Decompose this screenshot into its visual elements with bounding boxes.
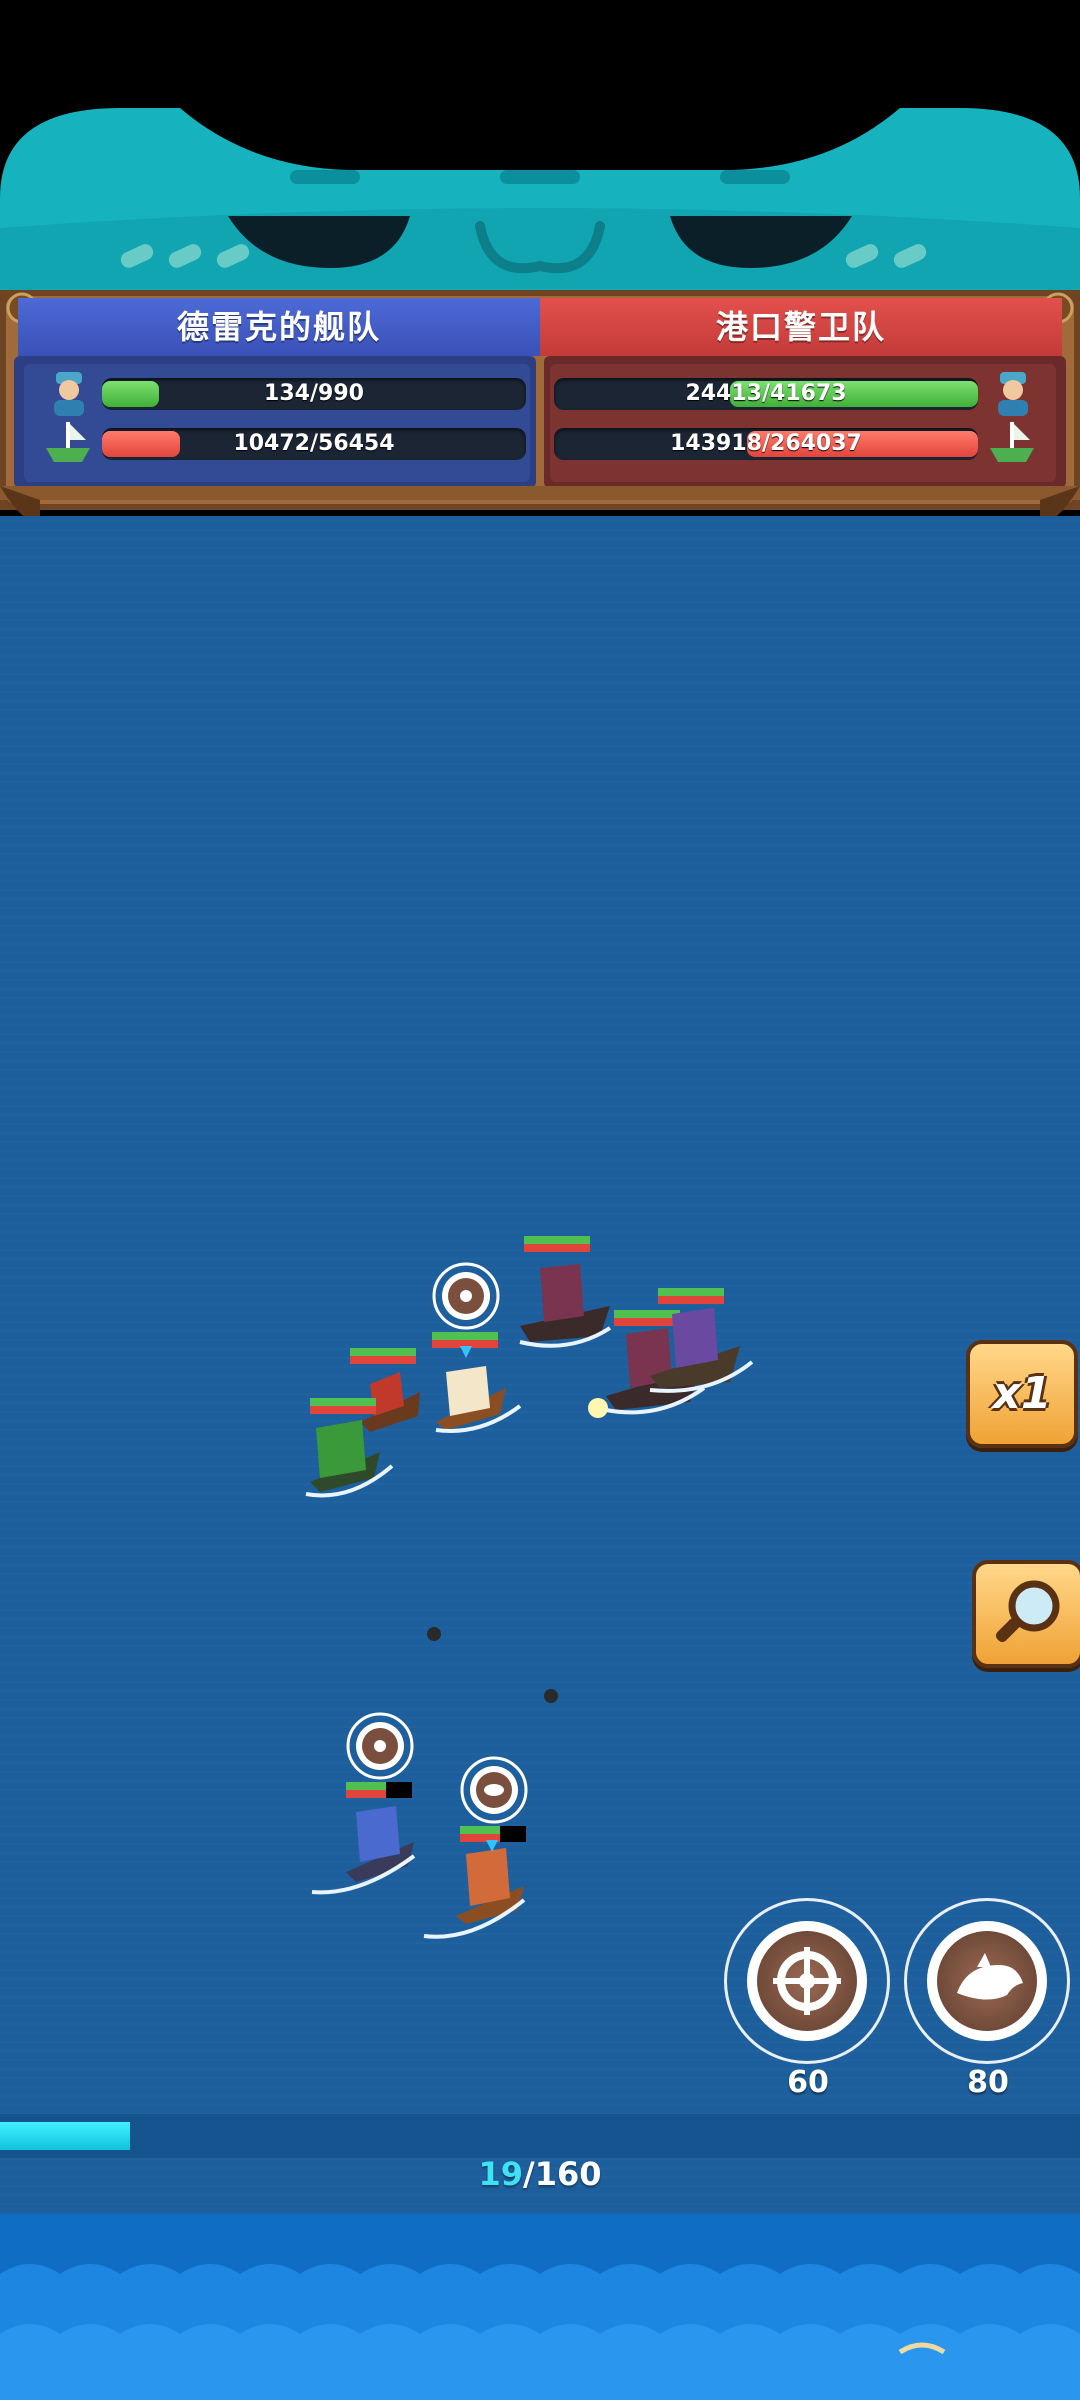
- battlefield-layer: [305, 1236, 754, 1939]
- right-hull-text: 143918/264037: [670, 431, 862, 456]
- left-hull-bar: 10472/56454: [102, 428, 526, 460]
- enemy-crew-sailor-icon: [998, 372, 1028, 416]
- cat-head-banner: [0, 108, 1080, 298]
- ram-skill-count: 80: [967, 2065, 1009, 2100]
- speed-toggle-button[interactable]: x1: [966, 1340, 1078, 1448]
- enemy-ship[interactable]: [519, 1236, 612, 1348]
- bottom-wave-decoration: [0, 2214, 1080, 2400]
- enemy-ship-hull-icon: [990, 422, 1034, 462]
- helm-skill-button[interactable]: [724, 1898, 890, 2064]
- wave-total: /160: [523, 2155, 602, 2193]
- right-team-name: 港口警卫队: [540, 298, 1062, 356]
- skill-ring: [747, 1921, 867, 2041]
- right-hull-bar: 143918/264037: [554, 428, 978, 460]
- skill-ring: [927, 1921, 1047, 2041]
- player-ship[interactable]: [350, 1348, 420, 1432]
- ram-marker[interactable]: [460, 1756, 528, 1824]
- target-marker[interactable]: [432, 1262, 500, 1330]
- ram-shark-icon: [957, 1953, 1023, 2000]
- helm-wheel-icon: [773, 1947, 841, 2015]
- ram-skill-button[interactable]: [904, 1898, 1070, 2064]
- left-crew-bar: 134/990: [102, 378, 526, 410]
- zoom-button[interactable]: [972, 1560, 1080, 1668]
- target-marker[interactable]: [346, 1712, 414, 1780]
- left-hull-text: 10472/56454: [233, 431, 395, 456]
- crew-sailor-icon: [54, 372, 84, 416]
- ship-hull-icon: [46, 422, 90, 462]
- wave-progress-fill: [0, 2122, 130, 2150]
- skill-core: [757, 1931, 857, 2031]
- cannon-blast: [588, 1398, 608, 1418]
- cannonball: [544, 1689, 558, 1703]
- player-ship[interactable]: [311, 1782, 416, 1895]
- speed-label: x1: [992, 1368, 1052, 1419]
- right-crew-text: 24413/41673: [685, 381, 847, 406]
- wave-progress-bar: [0, 2114, 1080, 2158]
- wave-counter: 19/160: [0, 2155, 1080, 2193]
- player-ship[interactable]: [432, 1332, 522, 1433]
- skill-core: [937, 1931, 1037, 2031]
- magnifier-icon: [995, 1580, 1060, 1643]
- right-crew-bar: 24413/41673: [554, 378, 978, 410]
- wave-current: 19: [478, 2155, 524, 2193]
- left-team-name: 德雷克的舰队: [18, 298, 540, 356]
- player-ship[interactable]: [423, 1826, 526, 1939]
- cannonball: [427, 1627, 441, 1641]
- helm-skill-count: 60: [787, 2065, 829, 2100]
- left-crew-text: 134/990: [264, 381, 364, 406]
- top-black-band: [0, 0, 1080, 110]
